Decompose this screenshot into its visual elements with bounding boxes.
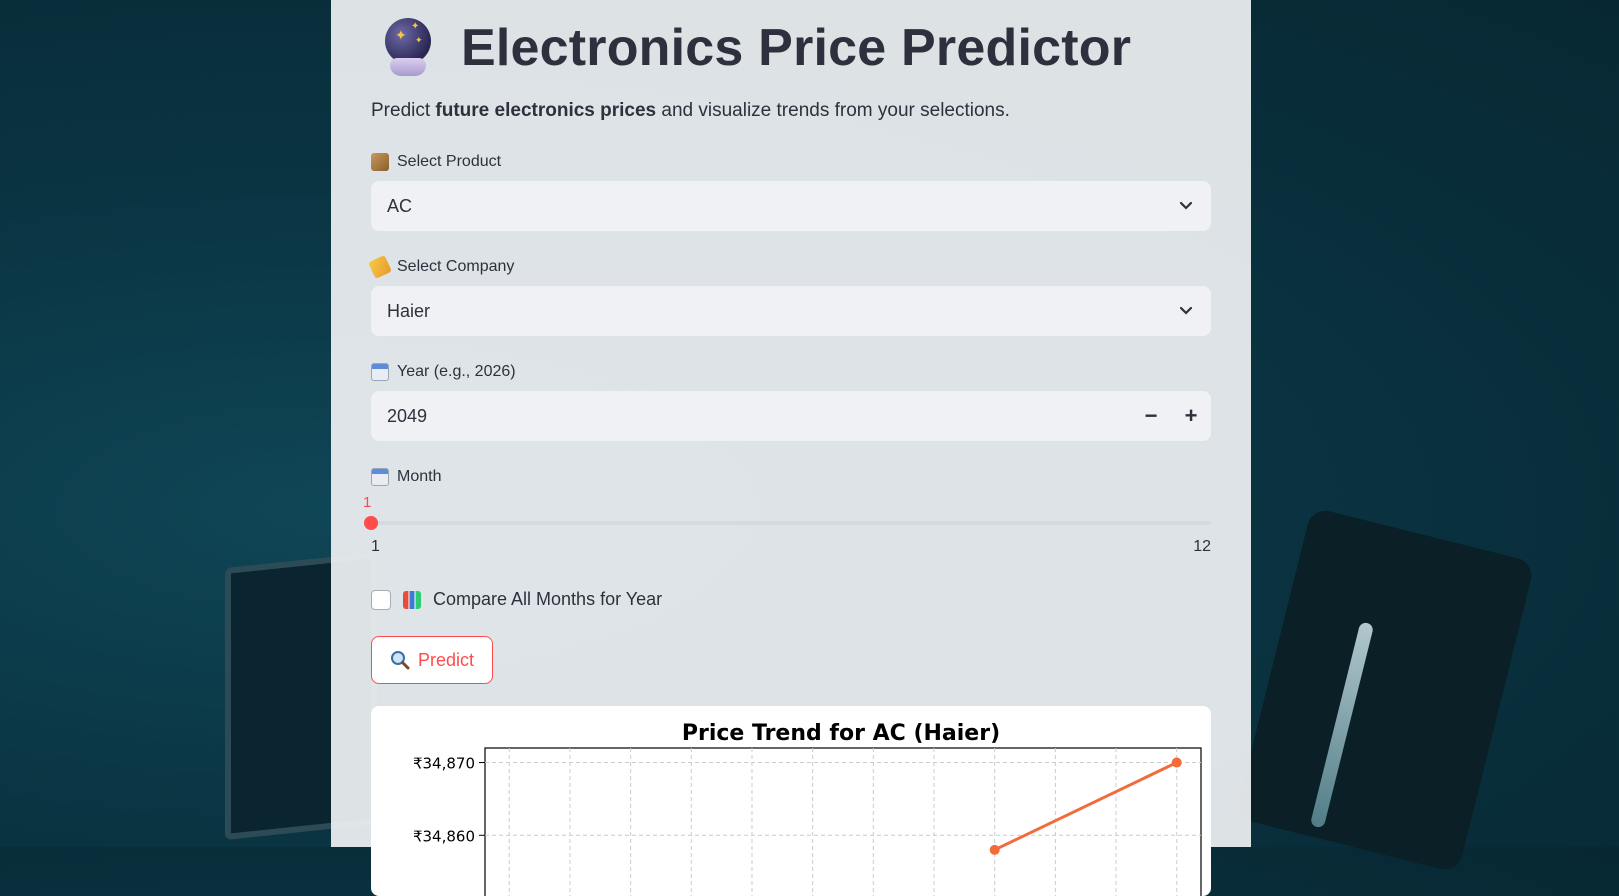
month-slider[interactable]: 1 1 12	[363, 494, 1211, 564]
year-number-input[interactable]: 2049 − +	[371, 391, 1211, 441]
bar-chart-icon	[403, 590, 421, 609]
predict-button-label: Predict	[417, 649, 475, 670]
product-label: Select Product	[371, 153, 1211, 171]
chart-grid	[485, 748, 1201, 896]
price-trend-chart: Price Trend for AC (Haier) ₹34,870 ₹34,86…	[371, 706, 1211, 896]
subtitle-emphasis: future electronics prices	[435, 100, 657, 121]
predict-button[interactable]: Predict	[371, 636, 493, 684]
year-field: Year (e.g., 2026) 2049 − +	[371, 363, 1211, 441]
chart-y-axis: ₹34,870 ₹34,860	[413, 755, 485, 845]
compare-months-label: Compare All Months for Year	[433, 589, 663, 609]
month-slider-max: 12	[1193, 538, 1211, 555]
chart-data-point	[1171, 757, 1182, 768]
chevron-down-icon	[1179, 306, 1193, 315]
company-select-value: Haier	[387, 300, 431, 321]
company-field: Select Company Haier	[368, 255, 1211, 336]
year-label: Year (e.g., 2026)	[371, 363, 1211, 381]
crystal-ball-icon: ✦ ✦ ✦	[381, 18, 437, 78]
page-title: Electronics Price Predictor	[461, 19, 1132, 77]
month-slider-current-value: 1	[363, 494, 372, 511]
chart-y-tick-label: ₹34,870	[413, 755, 475, 773]
year-increment-button[interactable]: +	[1171, 391, 1211, 441]
year-decrement-button[interactable]: −	[1131, 391, 1171, 441]
predict-button-wrap: Predict	[371, 636, 1211, 684]
chart-title: Price Trend for AC (Haier)	[682, 721, 1000, 746]
chart-series-line	[994, 761, 1178, 852]
header: ✦ ✦ ✦ Electronics Price Predictor	[371, 8, 1211, 88]
chart-series	[989, 757, 1182, 855]
company-label: Select Company	[368, 255, 1211, 279]
background-monitor-right	[1234, 506, 1536, 874]
price-trend-chart-svg: Price Trend for AC (Haier) ₹34,870 ₹34,86…	[413, 721, 1202, 896]
chart-y-tick-label: ₹34,860	[413, 827, 475, 845]
calendar-icon	[371, 363, 389, 381]
compare-months-checkbox[interactable]	[371, 589, 391, 610]
company-select[interactable]: Haier	[371, 286, 1211, 336]
product-select[interactable]: AC	[371, 181, 1211, 231]
month-slider-thumb[interactable]	[364, 516, 378, 530]
month-label: Month	[371, 468, 1211, 486]
search-icon	[390, 651, 410, 670]
product-field: Select Product AC	[371, 153, 1211, 231]
main-panel: ✦ ✦ ✦ Electronics Price Predictor Predic…	[331, 0, 1251, 896]
calendar-icon	[371, 468, 389, 486]
compare-months-option[interactable]: Compare All Months for Year	[371, 589, 1211, 610]
month-slider-min: 1	[371, 538, 380, 555]
chart-plot-area	[484, 747, 1202, 896]
product-select-value: AC	[387, 195, 413, 216]
month-slider-track[interactable]	[371, 521, 1211, 525]
chevron-down-icon	[1179, 201, 1193, 210]
tag-icon	[368, 255, 392, 279]
chart-data-point	[989, 844, 1000, 855]
package-icon	[371, 153, 389, 171]
page-subtitle: Predict future electronics prices and vi…	[371, 100, 1010, 121]
month-field: Month	[371, 468, 1211, 486]
background-screen-glare	[1309, 621, 1375, 829]
year-input-value[interactable]: 2049	[387, 406, 1131, 427]
